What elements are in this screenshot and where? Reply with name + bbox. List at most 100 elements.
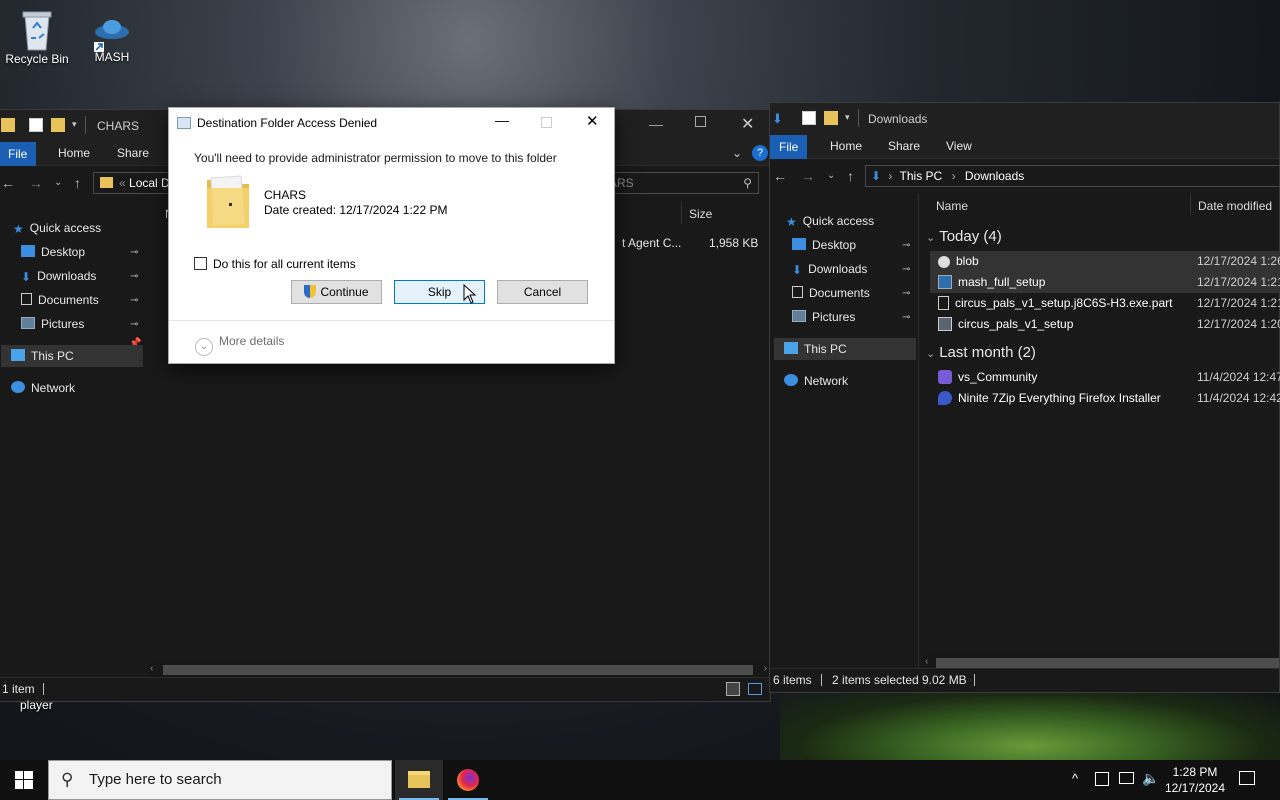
pictures-icon	[21, 317, 35, 329]
breadcrumb-downloads[interactable]: Downloads	[965, 169, 1024, 183]
up-icon[interactable]: ↑	[847, 169, 854, 183]
group-header-last-month[interactable]: ⌄ Last month (2)	[926, 344, 1036, 361]
taskbar-firefox[interactable]	[444, 760, 492, 800]
tab-file[interactable]: File	[0, 142, 37, 166]
show-hidden-icons-icon[interactable]: ^	[1072, 771, 1078, 786]
taskbar-file-explorer[interactable]	[395, 760, 443, 800]
tab-home[interactable]: Home	[58, 146, 90, 160]
tab-share[interactable]: Share	[117, 146, 149, 160]
file-row[interactable]: circus_pals_v1_setup.j8C6S-H3.exe.part 12…	[930, 293, 1280, 314]
properties-icon[interactable]	[29, 118, 43, 132]
continue-button[interactable]: Continue	[291, 280, 382, 304]
nav-downloads[interactable]: ⬇ Downloads	[21, 265, 96, 287]
new-folder-icon[interactable]	[824, 111, 838, 125]
recent-locations-icon[interactable]: ⌄	[54, 176, 62, 190]
windows-start-icon[interactable]	[15, 771, 33, 792]
column-name[interactable]: Name	[936, 199, 968, 213]
tab-home[interactable]: Home	[830, 139, 862, 153]
help-icon[interactable]: ?	[752, 145, 768, 161]
file-row[interactable]: Ninite 7Zip Everything Firefox Installer…	[930, 388, 1280, 409]
scroll-left-icon[interactable]: ‹	[925, 656, 928, 667]
column-date-modified[interactable]: Date modified	[1198, 199, 1272, 213]
nav-documents[interactable]: Documents	[21, 289, 99, 311]
scroll-thumb[interactable]	[163, 665, 753, 675]
address-text: Local D	[129, 176, 170, 190]
nav-network[interactable]: Network	[784, 370, 848, 392]
properties-icon[interactable]	[802, 111, 816, 125]
apply-all-checkbox[interactable]	[194, 257, 207, 270]
title-divider	[85, 116, 86, 134]
nav-quick-access[interactable]: ★ Quick access	[13, 217, 101, 239]
nav-network[interactable]: Network	[11, 377, 75, 399]
forward-icon[interactable]: →	[29, 176, 43, 190]
customize-toolbar-icon[interactable]: ▾	[845, 112, 850, 123]
title-bar[interactable]: ⬇ ▾ Downloads	[770, 103, 1279, 135]
column-size[interactable]: Size	[689, 207, 712, 221]
nav-desktop[interactable]: Desktop	[792, 234, 856, 256]
network-icon	[784, 374, 798, 386]
scroll-right-icon[interactable]: ›	[764, 663, 767, 674]
access-denied-dialog[interactable]: Destination Folder Access Denied — ✕ You…	[168, 107, 615, 364]
tab-file[interactable]: File	[770, 135, 808, 159]
system-clock[interactable]: 1:28 PM 12/17/2024	[1160, 764, 1230, 796]
horizontal-scrollbar[interactable]: ‹ ›	[147, 662, 770, 678]
group-header-today[interactable]: ⌄ Today (4)	[926, 228, 1002, 245]
nav-pictures[interactable]: Pictures	[792, 306, 855, 328]
action-center-icon[interactable]	[1239, 771, 1255, 785]
scroll-thumb[interactable]	[936, 658, 1279, 668]
expand-ribbon-icon[interactable]: ⌄	[732, 146, 742, 160]
star-icon: ★	[13, 222, 24, 236]
folder-icon	[205, 174, 251, 233]
nav-pictures[interactable]: Pictures	[21, 313, 84, 335]
nav-downloads[interactable]: ⬇ Downloads	[792, 258, 867, 280]
address-bar[interactable]: « Local D	[93, 172, 173, 194]
breadcrumb-this-pc[interactable]: This PC	[900, 169, 943, 183]
file-row[interactable]: circus_pals_v1_setup 12/17/2024 1:20	[930, 314, 1280, 335]
tab-share[interactable]: Share	[888, 139, 920, 153]
window-title: CHARS	[97, 119, 140, 133]
recycle-bin-desktop-icon[interactable]: Recycle Bin	[1, 8, 73, 66]
nav-desktop[interactable]: Desktop	[21, 241, 85, 263]
recent-locations-icon[interactable]: ⌄	[827, 169, 835, 183]
navigation-pane: ★ Quick access Desktop 📌 ⬇ Downloads Docum…	[0, 200, 145, 677]
nav-this-pc[interactable]: This PC	[1, 345, 143, 367]
file-row[interactable]: mash_full_setup 12/17/2024 1:21	[930, 272, 1280, 293]
folder-icon	[100, 177, 113, 188]
nav-quick-access[interactable]: ★ Quick access	[786, 210, 874, 232]
up-icon[interactable]: ↑	[74, 176, 81, 190]
security-center-icon[interactable]	[1095, 772, 1109, 786]
address-bar[interactable]: ⬇ › This PC › Downloads	[865, 165, 1279, 187]
file-row[interactable]: blob 12/17/2024 1:26	[930, 251, 1280, 272]
more-details-toggle[interactable]: ⌄ More details	[195, 334, 284, 356]
mash-desktop-icon[interactable]: MASH	[76, 12, 148, 64]
file-name[interactable]: t Agent C...	[622, 236, 681, 250]
dialog-title: Destination Folder Access Denied	[197, 116, 378, 130]
minimize-icon[interactable]: —	[649, 116, 663, 132]
minimize-icon[interactable]: —	[495, 112, 509, 128]
nav-this-pc[interactable]: This PC	[774, 338, 916, 360]
pin-icon: ⊸	[902, 288, 911, 299]
dialog-message: You'll need to provide administrator per…	[194, 151, 557, 165]
new-folder-icon[interactable]	[51, 118, 65, 132]
tab-view[interactable]: View	[946, 139, 972, 153]
file-row[interactable]: vs_Community 11/4/2024 12:47	[930, 367, 1280, 388]
taskbar-search-box[interactable]: ⚲ Type here to search	[48, 760, 392, 800]
forward-icon[interactable]: →	[801, 169, 815, 183]
close-icon[interactable]: ✕	[586, 112, 599, 130]
close-icon[interactable]: ✕	[741, 114, 754, 134]
maximize-icon[interactable]	[695, 116, 706, 127]
search-box[interactable]: ARS ⚲	[595, 172, 759, 194]
status-selected-size: 9.02 MB	[922, 673, 967, 687]
details-view-icon[interactable]	[726, 682, 740, 696]
back-icon[interactable]: ←	[773, 169, 787, 183]
nav-documents[interactable]: Documents	[792, 282, 870, 304]
network-status-icon[interactable]	[1119, 772, 1134, 784]
back-icon[interactable]: ←	[1, 176, 15, 190]
scroll-left-icon[interactable]: ‹	[150, 663, 153, 674]
customize-toolbar-icon[interactable]: ▾	[72, 119, 77, 130]
apply-all-label[interactable]: Do this for all current items	[213, 257, 356, 271]
volume-muted-icon[interactable]: 🔈	[1142, 770, 1159, 787]
status-selected-count: 2 items selected	[832, 673, 919, 687]
cancel-button[interactable]: Cancel	[497, 280, 588, 304]
large-icons-view-icon[interactable]	[748, 683, 762, 695]
